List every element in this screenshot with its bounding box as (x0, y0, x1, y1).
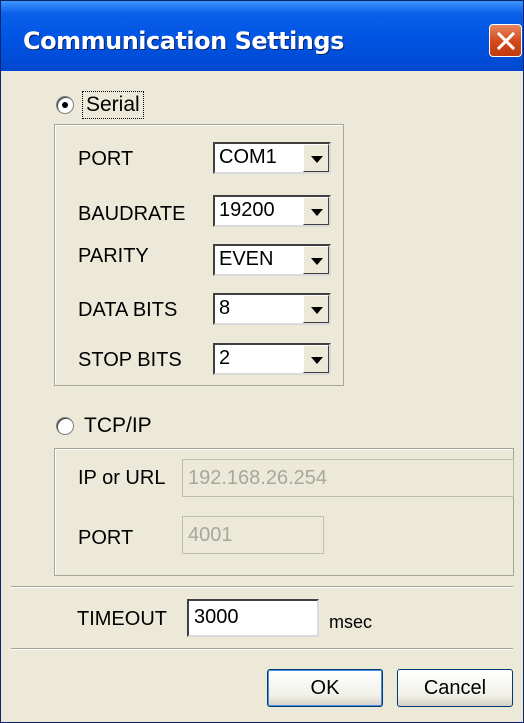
cancel-button[interactable]: Cancel (397, 669, 513, 707)
close-button[interactable] (489, 24, 522, 57)
serial-radio-label[interactable]: Serial (82, 91, 144, 119)
stop-bits-select-value: 2 (219, 347, 231, 369)
port-label: PORT (78, 148, 134, 170)
title-bar[interactable]: Communication Settings (1, 1, 523, 71)
tcp-port-field[interactable]: 4001 (182, 516, 324, 554)
tcpip-radio-label[interactable]: TCP/IP (84, 414, 152, 438)
separator (11, 648, 513, 650)
stop-bits-label: STOP BITS (78, 349, 182, 371)
ip-or-url-label: IP or URL (78, 467, 166, 489)
port-select-value: COM1 (219, 146, 277, 168)
timeout-value: 3000 (194, 606, 239, 628)
ok-button[interactable]: OK (267, 669, 383, 707)
baudrate-label: BAUDRATE (78, 203, 186, 225)
baudrate-select-value: 19200 (219, 199, 275, 221)
timeout-unit: msec (329, 612, 373, 632)
tcpip-radio-option[interactable]: TCP/IP (56, 414, 152, 438)
separator (11, 586, 513, 588)
parity-select[interactable]: EVEN (213, 244, 331, 276)
window-title: Communication Settings (23, 27, 344, 55)
tcp-port-label: PORT (78, 527, 134, 549)
parity-select-value: EVEN (219, 248, 274, 270)
data-bits-select-value: 8 (219, 297, 231, 319)
chevron-down-icon[interactable] (303, 144, 329, 172)
chevron-down-icon[interactable] (303, 295, 329, 323)
serial-radio-option[interactable]: Serial (56, 91, 144, 119)
port-select[interactable]: COM1 (213, 142, 331, 174)
chevron-down-icon[interactable] (303, 197, 329, 225)
timeout-label: TIMEOUT (77, 608, 167, 630)
close-icon (497, 32, 515, 50)
data-bits-select[interactable]: 8 (213, 293, 331, 325)
tcpip-radio[interactable] (56, 417, 74, 435)
parity-label: PARITY (78, 245, 149, 267)
dialog-content: Serial PORT COM1 BAUDRATE 19200 PARITY E… (1, 71, 523, 722)
timeout-field[interactable]: 3000 (187, 599, 319, 637)
data-bits-label: DATA BITS (78, 299, 178, 321)
chevron-down-icon[interactable] (303, 246, 329, 274)
tcp-port-value: 4001 (188, 524, 233, 546)
stop-bits-select[interactable]: 2 (213, 343, 331, 375)
ip-or-url-field[interactable]: 192.168.26.254 (182, 459, 514, 497)
dialog-window: Communication Settings Serial PORT COM1 … (0, 0, 524, 723)
chevron-down-icon[interactable] (303, 345, 329, 373)
serial-radio[interactable] (56, 96, 74, 114)
baudrate-select[interactable]: 19200 (213, 195, 331, 227)
ip-or-url-value: 192.168.26.254 (188, 467, 328, 489)
